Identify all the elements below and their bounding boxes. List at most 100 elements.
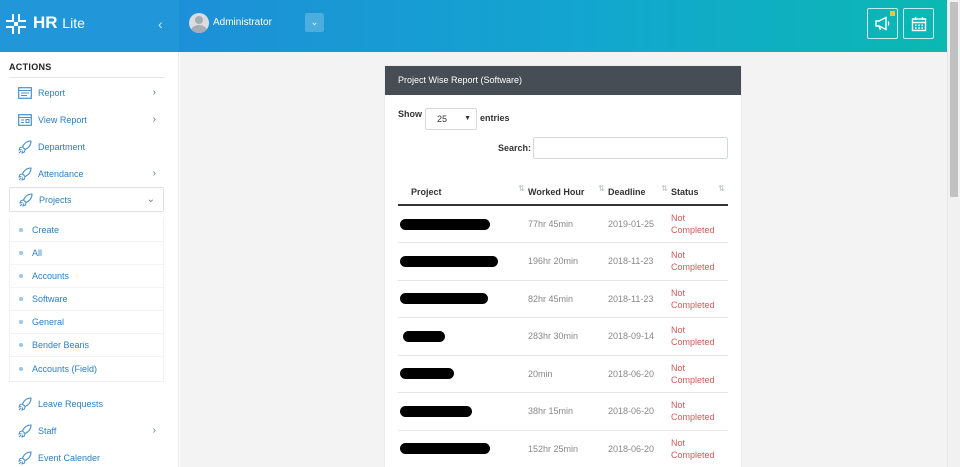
worked-hour-cell: 283hr 30min <box>528 317 608 356</box>
sidebar-item-label: Department <box>38 141 86 152</box>
bullet-icon <box>19 366 23 371</box>
sidebar-item-label: View Report <box>38 114 87 125</box>
top-bar: Administrator ⌄ <box>179 0 947 52</box>
deadline-cell: 2018-06-20 <box>608 392 671 431</box>
sort-icon: ⇅ <box>598 184 605 193</box>
redaction-mark <box>403 330 445 342</box>
table-row: 196hr 20min 2018-11-23 Not Completed <box>398 242 728 281</box>
worked-hour-cell: 152hr 25min <box>528 430 608 467</box>
search-input[interactable] <box>533 137 728 159</box>
column-header-worked-hour[interactable]: Worked Hour ⇅ <box>528 165 608 206</box>
main-content: Project Wise Report (Software) Show 25 ▼… <box>180 52 947 467</box>
submenu-label: Accounts <box>32 271 70 281</box>
projects-submenu: Create All Accounts Software General Ben… <box>9 218 165 382</box>
page-scrollbar[interactable] <box>947 0 960 467</box>
sidebar-item-label: Event Calender <box>38 452 101 463</box>
submenu-label: Accounts (Field) <box>32 363 98 374</box>
deadline-cell: 2018-06-20 <box>608 355 671 393</box>
bullet-icon <box>19 297 23 301</box>
chevron-right-icon: › <box>152 114 156 125</box>
redaction-mark <box>400 405 472 417</box>
report-icon <box>17 85 32 100</box>
worked-hour-cell: 20min <box>528 355 608 393</box>
column-header-status[interactable]: Status ⇅ <box>671 165 728 206</box>
column-label: Worked Hour <box>528 187 585 197</box>
submenu-item-accounts[interactable]: Accounts <box>10 265 165 288</box>
sidebar-item-label: Staff <box>38 425 57 436</box>
submenu-item-general[interactable]: General <box>10 311 165 334</box>
redaction-mark <box>400 368 454 380</box>
rocket-icon <box>18 192 33 207</box>
rocket-icon <box>17 139 32 154</box>
worked-hour-cell: 196hr 20min <box>528 242 608 281</box>
status-cell: Not Completed <box>671 430 728 467</box>
bullet-icon <box>19 274 23 278</box>
sidebar-item-projects[interactable]: Projects ⌄ <box>9 187 164 212</box>
submenu-item-all[interactable]: All <box>10 242 165 265</box>
user-menu-dropdown-button[interactable]: ⌄ <box>305 13 324 32</box>
sidebar-item-view-report[interactable]: View Report › <box>9 107 164 132</box>
status-cell: Not Completed <box>671 392 728 431</box>
deadline-cell: 2018-11-23 <box>608 280 671 318</box>
submenu-item-bender-beans[interactable]: Bender Beans <box>10 334 165 357</box>
status-cell: Not Completed <box>671 205 728 243</box>
project-cell-redacted <box>398 280 528 318</box>
bullet-icon <box>19 251 23 255</box>
sidebar-item-department[interactable]: Department <box>9 134 164 159</box>
notification-badge <box>890 11 895 16</box>
chevron-right-icon: › <box>152 87 156 98</box>
scrollbar-thumb[interactable] <box>950 2 958 197</box>
calendar-button[interactable] <box>903 8 934 39</box>
status-cell: Not Completed <box>671 317 728 356</box>
deadline-cell: 2019-01-25 <box>608 205 671 243</box>
logo-icon <box>6 14 26 34</box>
sidebar-item-label: Projects <box>39 194 72 205</box>
submenu-item-accounts-field[interactable]: Accounts (Field) <box>10 357 165 380</box>
sidebar-item-event-calender[interactable]: Event Calender <box>9 445 164 467</box>
status-cell: Not Completed <box>671 355 728 393</box>
bullet-icon <box>19 228 23 232</box>
table-row: 77hr 45min 2019-01-25 Not Completed <box>398 205 728 243</box>
submenu-item-software[interactable]: Software <box>10 288 165 311</box>
redaction-mark <box>400 443 490 455</box>
sidebar-collapse-icon[interactable]: ‹ <box>158 16 163 32</box>
deadline-cell: 2018-09-14 <box>608 317 671 356</box>
rocket-icon <box>17 166 32 181</box>
sidebar-item-attendance[interactable]: Attendance › <box>9 161 164 186</box>
deadline-cell: 2018-06-20 <box>608 430 671 467</box>
project-cell-redacted <box>398 430 528 467</box>
table-row: 152hr 25min 2018-06-20 Not Completed <box>398 430 728 467</box>
column-label: Deadline <box>608 187 646 197</box>
sidebar-item-label: Report <box>38 87 66 98</box>
sort-icon: ⇅ <box>518 184 525 193</box>
table-row: 283hr 30min 2018-09-14 Not Completed <box>398 317 728 356</box>
column-header-project[interactable]: Project ⇅ <box>398 165 528 206</box>
sidebar-item-staff[interactable]: Staff › <box>9 418 164 443</box>
brand-area: HR Lite ‹ <box>0 0 179 52</box>
bullet-icon <box>19 320 23 324</box>
submenu-label: General <box>32 317 65 327</box>
caret-down-icon: ▼ <box>464 115 471 122</box>
announcement-button[interactable] <box>867 8 898 39</box>
submenu-label: Bender Beans <box>32 340 90 350</box>
chevron-down-icon: ⌄ <box>310 17 319 27</box>
sidebar-section-title: ACTIONS <box>9 62 52 72</box>
submenu-label: Software <box>32 294 68 304</box>
project-cell-redacted <box>398 392 528 431</box>
entries-select[interactable]: 25 ▼ <box>425 108 477 130</box>
sidebar-item-label: Attendance <box>38 168 84 179</box>
status-cell: Not Completed <box>671 280 728 318</box>
project-cell-redacted <box>398 355 528 393</box>
column-header-deadline[interactable]: Deadline ⇅ <box>608 165 671 206</box>
worked-hour-cell: 82hr 45min <box>528 280 608 318</box>
deadline-cell: 2018-11-23 <box>608 242 671 281</box>
search-label: Search: <box>498 143 532 153</box>
table-row: 82hr 45min 2018-11-23 Not Completed <box>398 280 728 318</box>
avatar[interactable] <box>189 13 209 33</box>
user-name[interactable]: Administrator <box>213 17 272 28</box>
sidebar-item-report[interactable]: Report › <box>9 80 164 105</box>
sort-icon: ⇅ <box>661 184 668 193</box>
submenu-item-create[interactable]: Create <box>10 219 165 242</box>
sidebar-item-leave-requests[interactable]: Leave Requests <box>9 391 164 416</box>
project-cell-redacted <box>398 242 528 281</box>
